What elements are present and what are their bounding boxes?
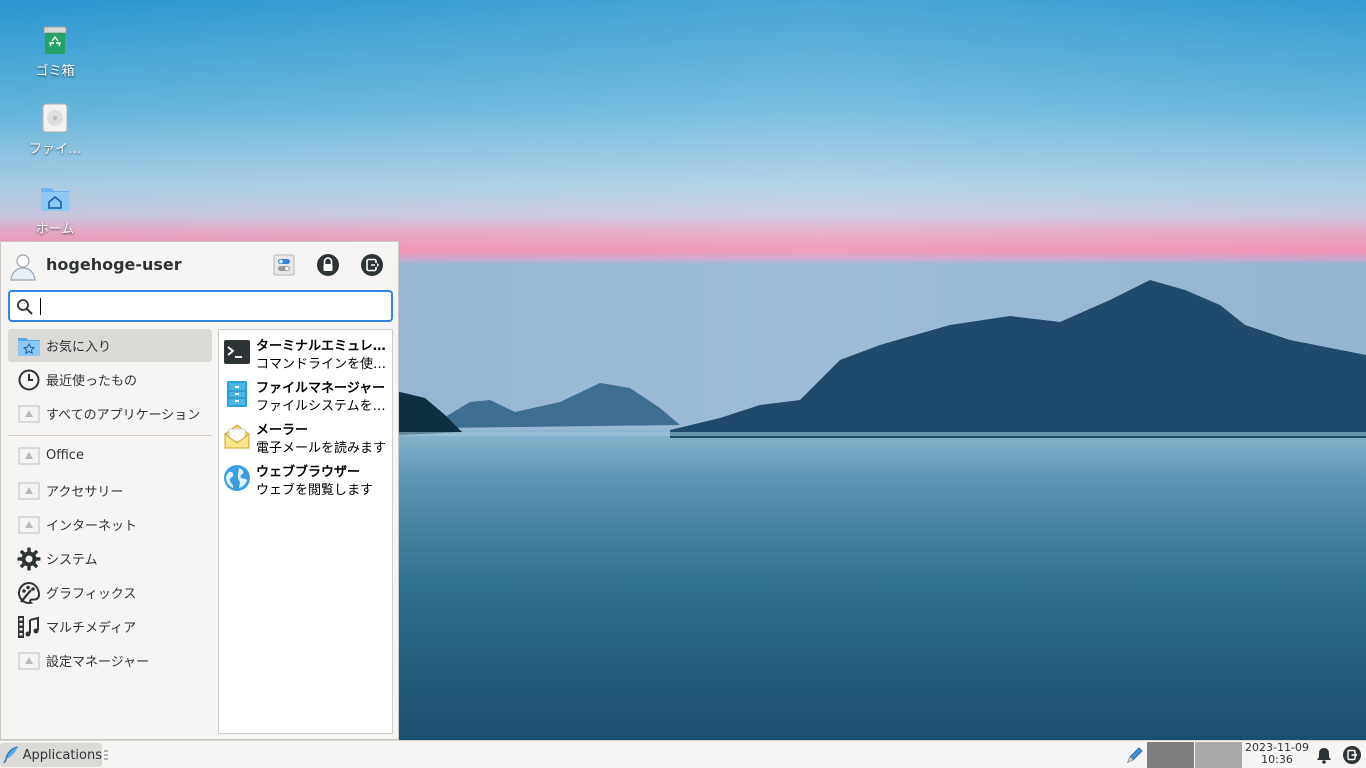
gear-icon xyxy=(17,547,41,570)
category-multimedia[interactable]: マルチメディア xyxy=(8,610,212,643)
app-description: 電子メールを読みます xyxy=(256,441,387,456)
pen-tray-icon[interactable] xyxy=(1125,745,1145,765)
app-web-browser[interactable]: ウェブブラウザー ウェブを閲覧します xyxy=(219,457,392,499)
applications-menu-button[interactable]: Applications xyxy=(0,743,102,767)
feather-icon xyxy=(3,746,18,764)
category-favorites[interactable]: お気に入り xyxy=(8,329,212,362)
app-description: ウェブを閲覧します xyxy=(256,483,374,498)
desktop-icon-trash[interactable]: ゴミ箱 xyxy=(15,24,95,79)
desktop-icon-label: ホーム xyxy=(35,222,75,237)
app-name: メーラー xyxy=(256,423,309,438)
palette-icon xyxy=(18,581,41,604)
text-caret xyxy=(40,298,41,315)
home-folder-icon xyxy=(41,188,69,211)
category-all-applications[interactable]: すべてのアプリケーション xyxy=(8,397,212,430)
lock-icon xyxy=(317,254,339,276)
drive-icon xyxy=(42,103,68,133)
category-label: 設定マネージャー xyxy=(46,655,150,670)
clock-icon xyxy=(18,369,40,390)
clock-time: 10:36 xyxy=(1261,753,1293,766)
terminal-icon xyxy=(224,340,250,364)
notification-bell-icon[interactable] xyxy=(1315,746,1333,764)
app-terminal-emulator[interactable]: ターミナルエミュレ… コマンドラインを使… xyxy=(219,331,392,373)
menu-header: hogehoge-user xyxy=(1,242,398,288)
category-label: 最近使ったもの xyxy=(46,374,138,389)
clock[interactable]: 2023-11-09 10:36 xyxy=(1243,742,1311,768)
toggle-settings-icon xyxy=(273,254,295,276)
app-name: ターミナルエミュレ… xyxy=(256,339,386,354)
file-manager-icon xyxy=(227,381,247,407)
desktop-icon-home[interactable]: ホーム xyxy=(15,182,95,237)
category-system[interactable]: システム xyxy=(8,542,212,575)
category-label: Office xyxy=(46,448,84,463)
category-settings-manager[interactable]: 設定マネージャー xyxy=(8,644,212,677)
search-icon xyxy=(17,299,33,315)
favorites-icon xyxy=(18,337,40,356)
applications-label: Applications xyxy=(22,747,102,763)
settings-button[interactable] xyxy=(272,253,296,277)
user-name: hogehoge-user xyxy=(46,255,182,274)
app-file-manager[interactable]: ファイルマネージャー ファイルシステムを… xyxy=(219,373,392,415)
multimedia-icon xyxy=(18,615,39,638)
missing-image-icon xyxy=(18,482,40,499)
logout-icon xyxy=(361,254,383,276)
desktop-icon-filesystem[interactable]: ファイ… xyxy=(15,102,95,157)
applications-menu: hogehoge-user お気に入り 最近使ったもの すべてのアプリケーション… xyxy=(0,241,399,740)
category-label: グラフィックス xyxy=(46,587,137,602)
category-label: システム xyxy=(46,553,98,568)
lock-screen-button[interactable] xyxy=(316,253,340,277)
category-label: すべてのアプリケーション xyxy=(46,408,201,423)
missing-image-icon xyxy=(18,652,40,669)
category-recent[interactable]: 最近使ったもの xyxy=(8,363,212,396)
search-box[interactable] xyxy=(8,290,393,322)
category-accessories[interactable]: アクセサリー xyxy=(8,474,212,507)
app-description: ファイルシステムを… xyxy=(256,399,386,414)
missing-image-icon xyxy=(18,516,40,533)
app-mail-reader[interactable]: メーラー 電子メールを読みます xyxy=(219,415,392,457)
workspace-2[interactable] xyxy=(1195,742,1242,768)
category-label: アクセサリー xyxy=(46,485,124,500)
category-label: マルチメディア xyxy=(46,621,137,636)
app-description: コマンドラインを使… xyxy=(256,357,387,372)
bottom-panel: Applications 2023-11-09 10:36 xyxy=(0,740,1366,768)
category-internet[interactable]: インターネット xyxy=(8,508,212,541)
category-separator xyxy=(8,435,212,436)
panel-handle-icon xyxy=(104,750,108,760)
missing-image-icon xyxy=(18,405,40,422)
user-avatar-icon xyxy=(10,254,36,281)
workspace-1[interactable] xyxy=(1147,742,1194,768)
mail-icon xyxy=(224,424,250,449)
category-label: お気に入り xyxy=(46,340,112,355)
logout-button[interactable] xyxy=(360,253,384,277)
category-list: お気に入り 最近使ったもの すべてのアプリケーション Office アクセサリー… xyxy=(8,329,213,729)
power-tray-icon[interactable] xyxy=(1342,745,1362,765)
app-name: ウェブブラウザー xyxy=(256,465,361,480)
app-name: ファイルマネージャー xyxy=(256,381,386,396)
trash-icon xyxy=(43,26,67,54)
application-list: ターミナルエミュレ… コマンドラインを使… ファイルマネージャー ファイルシステ… xyxy=(218,329,393,734)
category-graphics[interactable]: グラフィックス xyxy=(8,576,212,609)
category-label: インターネット xyxy=(46,519,138,534)
search-input[interactable] xyxy=(38,295,392,319)
category-office[interactable]: Office xyxy=(8,439,212,472)
missing-image-icon xyxy=(18,447,40,464)
desktop-icon-label: ゴミ箱 xyxy=(35,64,75,79)
globe-icon xyxy=(224,465,250,491)
desktop-icon-label: ファイ… xyxy=(28,142,81,157)
